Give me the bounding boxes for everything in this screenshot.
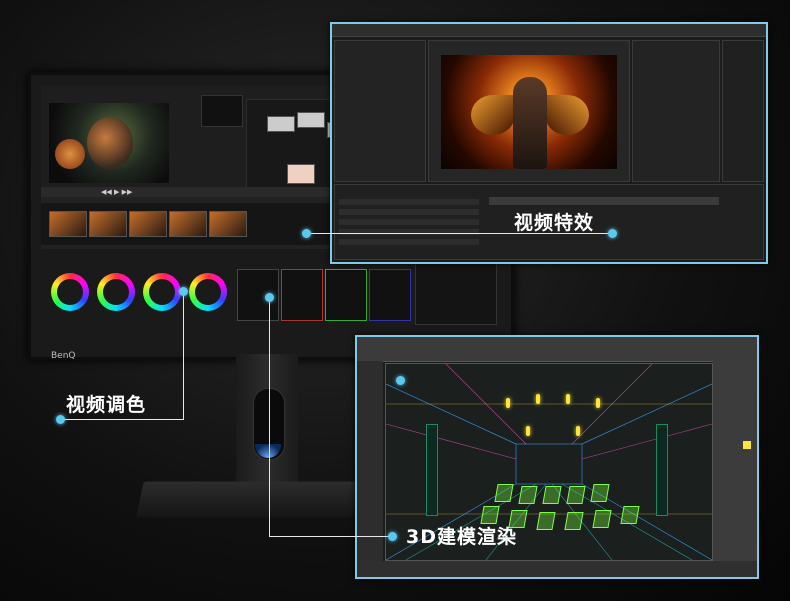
preview-panel [722,40,764,182]
node[interactable] [267,116,295,132]
composition-preview [441,55,617,169]
green-curve[interactable] [325,269,367,321]
gain-wheel[interactable] [143,273,181,311]
layer-row[interactable] [339,209,479,215]
callout-dot [179,287,188,296]
chair-model [494,484,514,502]
red-curve[interactable] [281,269,323,321]
chair-model [542,486,562,504]
callout-line-grading [183,291,184,419]
callout-line-grading-h [60,419,184,420]
chair-model [620,506,640,524]
node[interactable] [287,164,315,184]
layer-row[interactable] [339,199,479,205]
gamma-wheel[interactable] [97,273,135,311]
command-panel [713,361,757,561]
video-preview [49,103,169,183]
composition-panel [428,40,630,182]
callout-dot [302,229,311,238]
offset-wheel[interactable] [189,273,227,311]
callout-line-modeling [269,297,270,536]
chair-model [592,510,612,528]
timeline-track[interactable] [489,197,719,205]
figure [513,77,547,169]
callout-dot [56,415,65,424]
clip-thumbnail[interactable] [169,211,207,237]
ceiling-light [596,398,600,408]
callout-dot [388,532,397,541]
ceiling-light [536,394,540,404]
chair-model [566,486,586,504]
callout-video-grading: 视频调色 [66,394,147,416]
keyframe-list [415,263,497,325]
ceiling-light [526,426,530,436]
brand-logo: BenQ [51,351,76,361]
clip-thumbnail[interactable] [129,211,167,237]
preview-flower-image [55,139,85,169]
callout-dot [396,376,405,385]
ceiling-light [506,398,510,408]
left-toolbar [357,361,383,561]
effects-panel [632,40,720,182]
blue-curve[interactable] [369,269,411,321]
layer-row[interactable] [339,219,479,225]
callout-video-effects: 视频特效 [514,212,595,234]
status-bar [357,561,757,577]
clip-thumbnail[interactable] [209,211,247,237]
color-swatch[interactable] [743,441,751,449]
toolbar [357,337,757,362]
menu-bar [332,24,766,37]
wing-left [471,95,515,135]
ceiling-light [576,426,580,436]
callout-3d-modeling: 3D建模渲染 [406,526,517,548]
chair-model [590,484,610,502]
scope-panel [201,95,243,127]
layer-row[interactable] [339,229,479,235]
chair-model [518,486,538,504]
chair-model [536,512,556,530]
project-panel [334,40,426,182]
callout-line-modeling-h [269,536,392,537]
play-icon[interactable]: ◀◀ ▶ ▶▶ [101,188,132,196]
clip-thumbnail[interactable] [89,211,127,237]
lift-wheel[interactable] [51,273,89,311]
callout-dot [608,229,617,238]
node[interactable] [297,112,325,128]
preview-face-image [87,117,133,169]
wing-right [545,95,589,135]
ceiling-light [566,394,570,404]
clip-thumbnail[interactable] [49,211,87,237]
layer-row[interactable] [339,239,479,245]
wall-pillar [656,424,668,516]
callout-dot [265,293,274,302]
wall-pillar [426,424,438,516]
chair-model [564,512,584,530]
